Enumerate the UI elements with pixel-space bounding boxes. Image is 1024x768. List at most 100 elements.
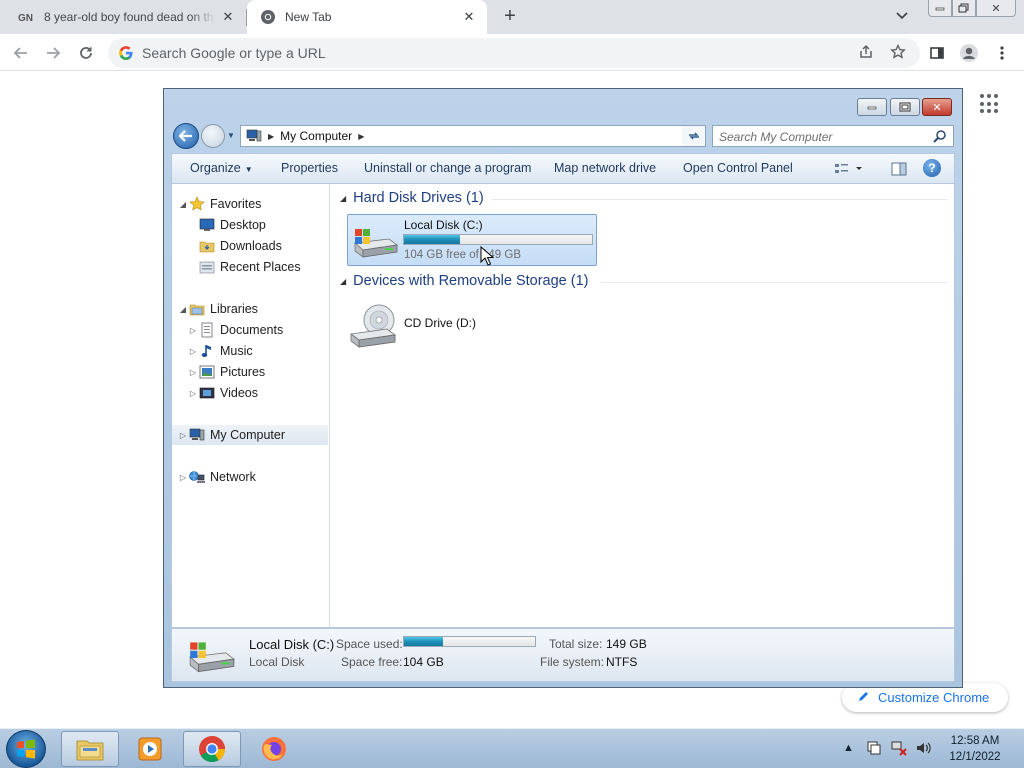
uninstall-program-button[interactable]: Uninstall or change a program: [364, 161, 531, 175]
refresh-icon[interactable]: [682, 125, 706, 147]
taskbar-explorer[interactable]: [61, 731, 119, 767]
action-center-flag-icon[interactable]: [865, 739, 883, 757]
close-window-button[interactable]: ✕: [976, 0, 1016, 17]
breadcrumb-chevron-icon[interactable]: ▶: [358, 132, 364, 141]
chrome-menu-icon[interactable]: [989, 40, 1015, 66]
expand-arrow-icon[interactable]: ▷: [188, 347, 198, 356]
nav-item-desktop[interactable]: Desktop: [172, 215, 328, 235]
mouse-cursor-icon: [480, 245, 495, 266]
collapse-group-icon[interactable]: ◢: [340, 194, 346, 203]
expand-arrow-icon[interactable]: ▷: [188, 326, 198, 335]
customize-chrome-label: Customize Chrome: [878, 690, 990, 705]
reload-icon[interactable]: [73, 40, 99, 66]
google-g-icon: [118, 45, 134, 61]
explorer-search-input[interactable]: [719, 129, 919, 145]
content-pane: ◢ Hard Disk Drives (1) Local Disk (C:) 1…: [332, 184, 954, 627]
show-hidden-icons-icon[interactable]: ▲: [843, 739, 854, 757]
bookmark-star-icon[interactable]: [888, 42, 908, 62]
start-button[interactable]: [6, 730, 46, 768]
address-bar[interactable]: ▶ My Computer ▶ ▼: [240, 125, 706, 147]
network-icon: [188, 469, 206, 485]
explorer-restore-button[interactable]: [890, 98, 920, 116]
tab-new-tab[interactable]: New Tab ✕: [247, 0, 487, 34]
music-note-icon: [198, 343, 216, 359]
collapse-group-icon[interactable]: ◢: [340, 277, 346, 286]
omnibox[interactable]: [108, 38, 920, 68]
group-header-hard-disk-drives[interactable]: ◢ Hard Disk Drives (1): [340, 187, 484, 209]
explorer-forward-button[interactable]: [201, 124, 225, 148]
expand-arrow-icon[interactable]: ▷: [188, 389, 198, 398]
change-view-icon[interactable]: [832, 159, 866, 179]
explorer-minimize-button[interactable]: [857, 98, 887, 116]
share-icon[interactable]: [856, 42, 876, 62]
open-control-panel-button[interactable]: Open Control Panel: [683, 161, 793, 175]
nav-item-videos[interactable]: ▷ Videos: [172, 383, 328, 403]
tab-search-chevron-icon[interactable]: [895, 8, 915, 26]
collapse-arrow-icon[interactable]: ◢: [178, 200, 188, 209]
back-arrow-icon[interactable]: [8, 40, 34, 66]
explorer-search-box[interactable]: [712, 125, 954, 147]
close-tab-icon[interactable]: ✕: [220, 9, 236, 25]
nav-item-favorites[interactable]: ◢ Favorites: [172, 194, 328, 214]
minimize-window-button[interactable]: [928, 0, 952, 17]
new-tab-button[interactable]: +: [498, 5, 522, 29]
map-network-drive-button[interactable]: Map network drive: [554, 161, 656, 175]
network-disconnected-icon[interactable]: [890, 739, 908, 757]
explorer-close-button[interactable]: ✕: [922, 98, 952, 116]
drive-local-disk-c[interactable]: Local Disk (C:) 104 GB free of 149 GB: [347, 214, 597, 266]
firefox-icon: [262, 737, 286, 761]
drive-cd-d[interactable]: CD Drive (D:): [347, 302, 547, 352]
computer-icon: [246, 129, 262, 143]
omnibox-input[interactable]: [142, 43, 742, 63]
close-tab-icon[interactable]: ✕: [461, 9, 477, 25]
details-usage-fill: [404, 637, 444, 646]
properties-button[interactable]: Properties: [281, 161, 338, 175]
forward-arrow-icon[interactable]: [40, 40, 66, 66]
nav-item-downloads[interactable]: Downloads: [172, 236, 328, 256]
libraries-icon: [188, 301, 206, 317]
nav-label: Libraries: [210, 302, 258, 316]
nav-item-libraries[interactable]: ◢ Libraries: [172, 299, 328, 319]
organize-menu[interactable]: Organize ▼: [190, 161, 253, 175]
details-file-system-value: NTFS: [606, 655, 638, 669]
nav-item-pictures[interactable]: ▷ Pictures: [172, 362, 328, 382]
help-icon[interactable]: ?: [923, 159, 941, 177]
breadcrumb-my-computer[interactable]: My Computer: [280, 129, 352, 143]
preview-pane-icon[interactable]: [882, 159, 916, 179]
search-icon[interactable]: [933, 129, 947, 143]
group-header-removable-storage[interactable]: ◢ Devices with Removable Storage (1): [340, 270, 588, 292]
collapse-arrow-icon[interactable]: ◢: [178, 305, 188, 314]
downloads-folder-icon: [198, 238, 216, 254]
tab-title: New Tab: [285, 10, 332, 24]
taskbar-firefox[interactable]: [245, 731, 303, 767]
nav-item-documents[interactable]: ▷ Documents: [172, 320, 328, 340]
explorer-back-button[interactable]: [173, 123, 199, 149]
group-divider: [492, 199, 947, 200]
google-apps-icon[interactable]: [980, 94, 1000, 114]
volume-icon[interactable]: [914, 739, 932, 757]
profile-avatar-icon[interactable]: [956, 40, 982, 66]
expand-arrow-icon[interactable]: ▷: [178, 431, 188, 440]
expand-arrow-icon[interactable]: ▷: [178, 473, 188, 482]
documents-icon: [198, 322, 216, 338]
tab-news-article[interactable]: GN 8 year-old boy found dead on th ✕: [0, 0, 246, 34]
pictures-icon: [198, 364, 216, 380]
nav-item-music[interactable]: ▷ Music: [172, 341, 328, 361]
nav-label: Downloads: [220, 239, 282, 253]
nav-item-my-computer[interactable]: ▷ My Computer: [172, 425, 328, 445]
nav-label: Videos: [220, 386, 258, 400]
nav-item-network[interactable]: ▷ Network: [172, 467, 328, 487]
system-clock[interactable]: 12:58 AM 12/1/2022: [940, 733, 1010, 765]
gn-news-icon: GN: [18, 9, 36, 25]
group-divider: [602, 282, 947, 283]
breadcrumb-chevron-icon[interactable]: ▶: [268, 132, 274, 141]
restore-window-button[interactable]: [952, 0, 976, 17]
taskbar-chrome[interactable]: [183, 731, 241, 767]
nav-item-recent-places[interactable]: Recent Places: [172, 257, 328, 277]
details-file-system-label: File system:: [540, 655, 605, 669]
expand-arrow-icon[interactable]: ▷: [188, 368, 198, 377]
nav-label: Recent Places: [220, 260, 301, 274]
recent-pages-dropdown-icon[interactable]: ▼: [227, 131, 237, 141]
side-panel-icon[interactable]: [924, 40, 950, 66]
taskbar-media-player[interactable]: [121, 731, 179, 767]
